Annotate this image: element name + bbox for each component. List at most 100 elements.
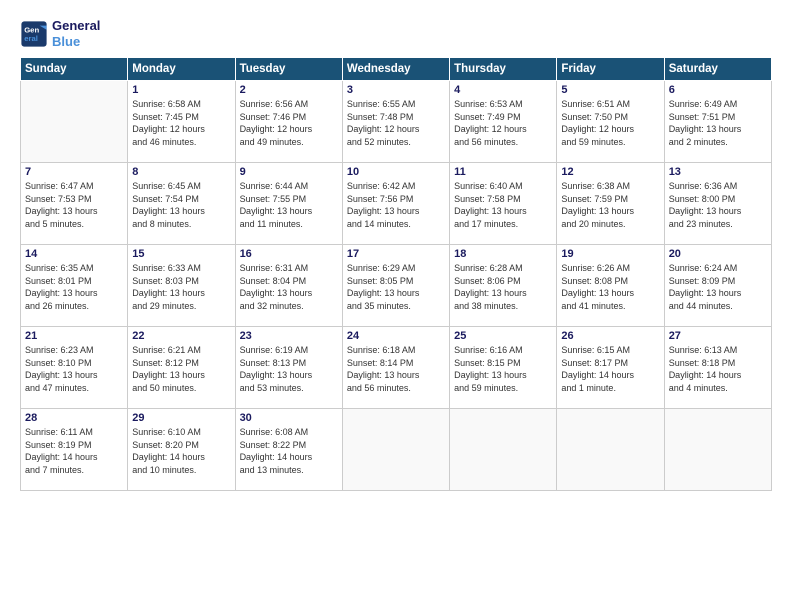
- day-info: Sunrise: 6:24 AM Sunset: 8:09 PM Dayligh…: [669, 262, 767, 312]
- calendar-cell: 14 Sunrise: 6:35 AM Sunset: 8:01 PM Dayli…: [21, 245, 128, 327]
- day-number: 7: [25, 166, 123, 178]
- day-number: 13: [669, 166, 767, 178]
- day-info: Sunrise: 6:45 AM Sunset: 7:54 PM Dayligh…: [132, 180, 230, 230]
- day-info: Sunrise: 6:29 AM Sunset: 8:05 PM Dayligh…: [347, 262, 445, 312]
- logo: Gen eral General Blue: [20, 18, 100, 49]
- day-info: Sunrise: 6:28 AM Sunset: 8:06 PM Dayligh…: [454, 262, 552, 312]
- day-info: Sunrise: 6:33 AM Sunset: 8:03 PM Dayligh…: [132, 262, 230, 312]
- day-info: Sunrise: 6:13 AM Sunset: 8:18 PM Dayligh…: [669, 344, 767, 394]
- day-info: Sunrise: 6:31 AM Sunset: 8:04 PM Dayligh…: [240, 262, 338, 312]
- day-number: 2: [240, 84, 338, 96]
- calendar-cell: 11 Sunrise: 6:40 AM Sunset: 7:58 PM Dayli…: [450, 163, 557, 245]
- logo-icon: Gen eral: [20, 20, 48, 48]
- calendar-cell: [664, 409, 771, 491]
- weekday-header-tuesday: Tuesday: [235, 58, 342, 81]
- day-info: Sunrise: 6:40 AM Sunset: 7:58 PM Dayligh…: [454, 180, 552, 230]
- week-row-4: 21 Sunrise: 6:23 AM Sunset: 8:10 PM Dayli…: [21, 327, 772, 409]
- week-row-1: 1Sunrise: 6:58 AM Sunset: 7:45 PM Daylig…: [21, 81, 772, 163]
- svg-text:Gen: Gen: [24, 25, 39, 34]
- week-row-5: 28 Sunrise: 6:11 AM Sunset: 8:19 PM Dayli…: [21, 409, 772, 491]
- day-info: Sunrise: 6:16 AM Sunset: 8:15 PM Dayligh…: [454, 344, 552, 394]
- day-number: 17: [347, 248, 445, 260]
- weekday-header-saturday: Saturday: [664, 58, 771, 81]
- day-info: Sunrise: 6:18 AM Sunset: 8:14 PM Dayligh…: [347, 344, 445, 394]
- day-number: 28: [25, 412, 123, 424]
- day-info: Sunrise: 6:36 AM Sunset: 8:00 PM Dayligh…: [669, 180, 767, 230]
- calendar-cell: 25 Sunrise: 6:16 AM Sunset: 8:15 PM Dayli…: [450, 327, 557, 409]
- calendar-cell: 8 Sunrise: 6:45 AM Sunset: 7:54 PM Daylig…: [128, 163, 235, 245]
- day-info: Sunrise: 6:11 AM Sunset: 8:19 PM Dayligh…: [25, 426, 123, 476]
- calendar-cell: 5 Sunrise: 6:51 AM Sunset: 7:50 PM Daylig…: [557, 81, 664, 163]
- day-number: 18: [454, 248, 552, 260]
- day-info: Sunrise: 6:15 AM Sunset: 8:17 PM Dayligh…: [561, 344, 659, 394]
- calendar-cell: 7 Sunrise: 6:47 AM Sunset: 7:53 PM Daylig…: [21, 163, 128, 245]
- weekday-header-row: SundayMondayTuesdayWednesdayThursdayFrid…: [21, 58, 772, 81]
- weekday-header-monday: Monday: [128, 58, 235, 81]
- day-info: Sunrise: 6:47 AM Sunset: 7:53 PM Dayligh…: [25, 180, 123, 230]
- day-number: 8: [132, 166, 230, 178]
- day-number: 19: [561, 248, 659, 260]
- day-info: Sunrise: 6:58 AM Sunset: 7:45 PM Dayligh…: [132, 98, 230, 148]
- day-number: 4: [454, 84, 552, 96]
- calendar-cell: 18 Sunrise: 6:28 AM Sunset: 8:06 PM Dayli…: [450, 245, 557, 327]
- day-info: Sunrise: 6:42 AM Sunset: 7:56 PM Dayligh…: [347, 180, 445, 230]
- calendar-cell: 12 Sunrise: 6:38 AM Sunset: 7:59 PM Dayli…: [557, 163, 664, 245]
- svg-text:eral: eral: [24, 34, 38, 43]
- day-number: 25: [454, 330, 552, 342]
- calendar-cell: 28 Sunrise: 6:11 AM Sunset: 8:19 PM Dayli…: [21, 409, 128, 491]
- calendar-cell: 6Sunrise: 6:49 AM Sunset: 7:51 PM Daylig…: [664, 81, 771, 163]
- header: Gen eral General Blue: [20, 18, 772, 49]
- day-number: 12: [561, 166, 659, 178]
- day-info: Sunrise: 6:55 AM Sunset: 7:48 PM Dayligh…: [347, 98, 445, 148]
- day-number: 20: [669, 248, 767, 260]
- day-info: Sunrise: 6:51 AM Sunset: 7:50 PM Dayligh…: [561, 98, 659, 148]
- calendar: SundayMondayTuesdayWednesdayThursdayFrid…: [20, 57, 772, 491]
- day-info: Sunrise: 6:49 AM Sunset: 7:51 PM Dayligh…: [669, 98, 767, 148]
- day-info: Sunrise: 6:38 AM Sunset: 7:59 PM Dayligh…: [561, 180, 659, 230]
- calendar-cell: 3 Sunrise: 6:55 AM Sunset: 7:48 PM Daylig…: [342, 81, 449, 163]
- day-number: 29: [132, 412, 230, 424]
- day-info: Sunrise: 6:21 AM Sunset: 8:12 PM Dayligh…: [132, 344, 230, 394]
- day-number: 15: [132, 248, 230, 260]
- calendar-cell: 27 Sunrise: 6:13 AM Sunset: 8:18 PM Dayli…: [664, 327, 771, 409]
- calendar-cell: [342, 409, 449, 491]
- calendar-cell: 20 Sunrise: 6:24 AM Sunset: 8:09 PM Dayli…: [664, 245, 771, 327]
- day-number: 21: [25, 330, 123, 342]
- day-number: 23: [240, 330, 338, 342]
- day-number: 27: [669, 330, 767, 342]
- day-info: Sunrise: 6:44 AM Sunset: 7:55 PM Dayligh…: [240, 180, 338, 230]
- day-number: 3: [347, 84, 445, 96]
- day-number: 26: [561, 330, 659, 342]
- calendar-cell: 15 Sunrise: 6:33 AM Sunset: 8:03 PM Dayli…: [128, 245, 235, 327]
- calendar-cell: 23Sunrise: 6:19 AM Sunset: 8:13 PM Dayli…: [235, 327, 342, 409]
- week-row-3: 14 Sunrise: 6:35 AM Sunset: 8:01 PM Dayli…: [21, 245, 772, 327]
- calendar-cell: 19 Sunrise: 6:26 AM Sunset: 8:08 PM Dayli…: [557, 245, 664, 327]
- calendar-cell: 26 Sunrise: 6:15 AM Sunset: 8:17 PM Dayli…: [557, 327, 664, 409]
- weekday-header-wednesday: Wednesday: [342, 58, 449, 81]
- calendar-cell: 17 Sunrise: 6:29 AM Sunset: 8:05 PM Dayli…: [342, 245, 449, 327]
- calendar-cell: 22 Sunrise: 6:21 AM Sunset: 8:12 PM Dayli…: [128, 327, 235, 409]
- day-number: 10: [347, 166, 445, 178]
- calendar-cell: 13 Sunrise: 6:36 AM Sunset: 8:00 PM Dayli…: [664, 163, 771, 245]
- day-number: 9: [240, 166, 338, 178]
- logo-text: General Blue: [52, 18, 100, 49]
- calendar-cell: 1Sunrise: 6:58 AM Sunset: 7:45 PM Daylig…: [128, 81, 235, 163]
- day-number: 5: [561, 84, 659, 96]
- day-number: 22: [132, 330, 230, 342]
- calendar-cell: 2Sunrise: 6:56 AM Sunset: 7:46 PM Daylig…: [235, 81, 342, 163]
- day-number: 14: [25, 248, 123, 260]
- calendar-cell: 21 Sunrise: 6:23 AM Sunset: 8:10 PM Dayli…: [21, 327, 128, 409]
- day-number: 30: [240, 412, 338, 424]
- calendar-cell: 30Sunrise: 6:08 AM Sunset: 8:22 PM Dayli…: [235, 409, 342, 491]
- day-info: Sunrise: 6:26 AM Sunset: 8:08 PM Dayligh…: [561, 262, 659, 312]
- calendar-cell: [450, 409, 557, 491]
- calendar-cell: 16Sunrise: 6:31 AM Sunset: 8:04 PM Dayli…: [235, 245, 342, 327]
- day-number: 11: [454, 166, 552, 178]
- calendar-cell: 29Sunrise: 6:10 AM Sunset: 8:20 PM Dayli…: [128, 409, 235, 491]
- weekday-header-sunday: Sunday: [21, 58, 128, 81]
- calendar-cell: 10 Sunrise: 6:42 AM Sunset: 7:56 PM Dayli…: [342, 163, 449, 245]
- weekday-header-thursday: Thursday: [450, 58, 557, 81]
- day-info: Sunrise: 6:35 AM Sunset: 8:01 PM Dayligh…: [25, 262, 123, 312]
- day-info: Sunrise: 6:23 AM Sunset: 8:10 PM Dayligh…: [25, 344, 123, 394]
- day-number: 24: [347, 330, 445, 342]
